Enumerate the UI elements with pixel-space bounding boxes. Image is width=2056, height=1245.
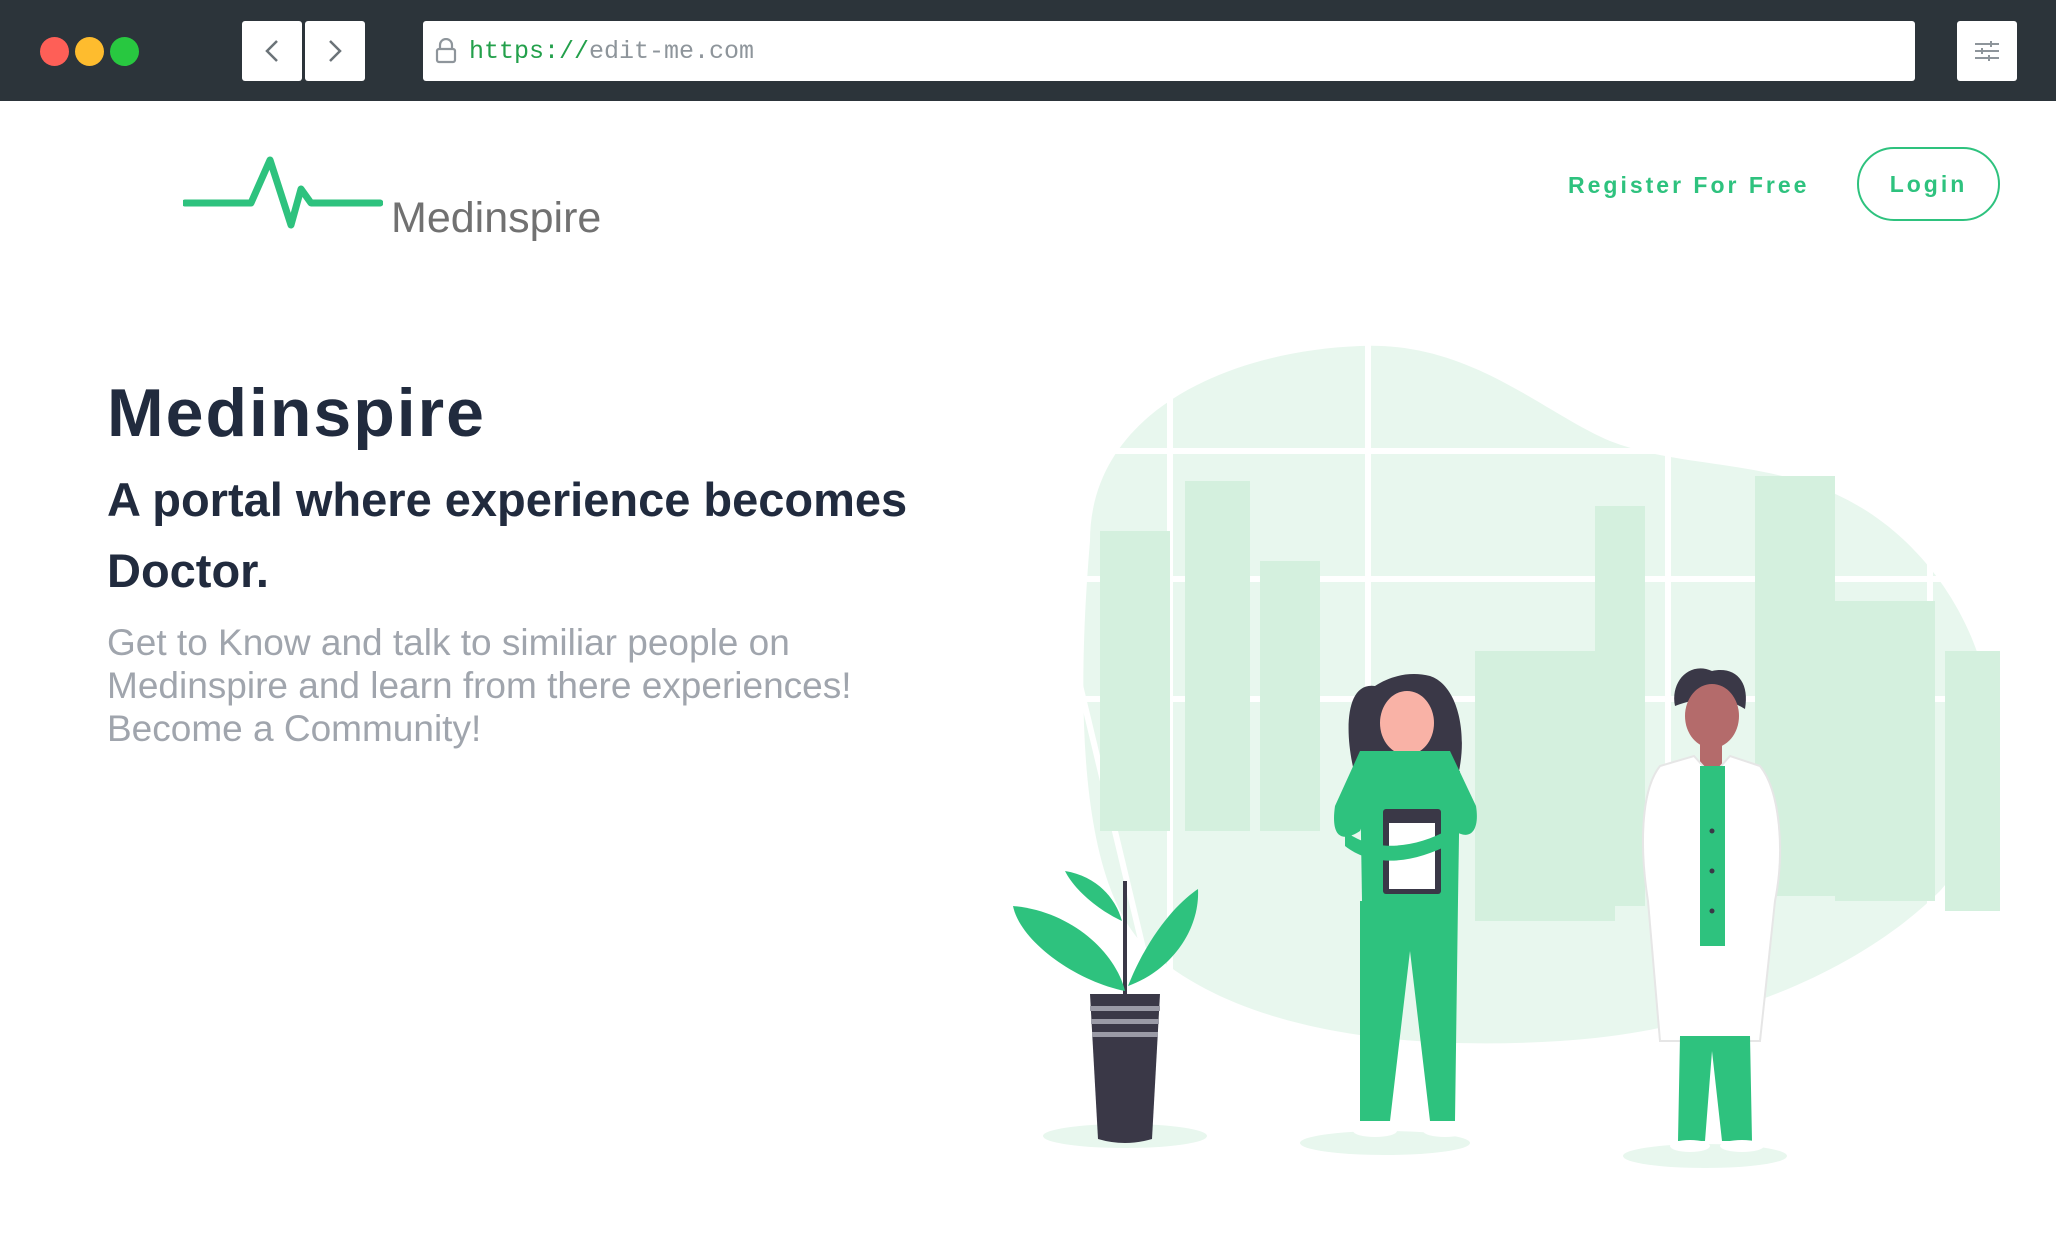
hero-subtitle: A portal where experience becomes Doctor… [107, 473, 908, 597]
minimize-window-dot[interactable] [75, 37, 104, 66]
browser-toolbar: https://edit-me.com [0, 0, 2056, 101]
chevron-right-icon [329, 40, 342, 62]
hero-description: Get to Know and talk to similiar people … [107, 622, 852, 749]
login-button[interactable]: Login [1857, 147, 2000, 221]
settings-button[interactable] [1957, 21, 2017, 81]
maximize-window-dot[interactable] [110, 37, 139, 66]
url-scheme: https:// [469, 36, 590, 66]
doctors-illustration [1000, 331, 2010, 1168]
logo-text: Medinspire [391, 194, 602, 242]
back-button[interactable] [242, 21, 302, 81]
page-content: Medinspire Register For Free Login Medin… [0, 101, 2056, 1245]
lock-icon [435, 38, 457, 64]
address-bar[interactable]: https://edit-me.com [423, 21, 1915, 81]
potted-plant [1013, 871, 1207, 1148]
close-window-dot[interactable] [40, 37, 69, 66]
register-link[interactable]: Register For Free [1568, 172, 1809, 199]
sliders-icon [1975, 41, 1999, 61]
url-host: edit-me.com [589, 36, 755, 66]
chevron-left-icon [265, 40, 278, 62]
hero-title: Medinspire [107, 375, 486, 451]
heartbeat-logo-icon [183, 156, 383, 229]
brand-logo[interactable]: Medinspire [183, 156, 603, 242]
forward-button[interactable] [305, 21, 365, 81]
